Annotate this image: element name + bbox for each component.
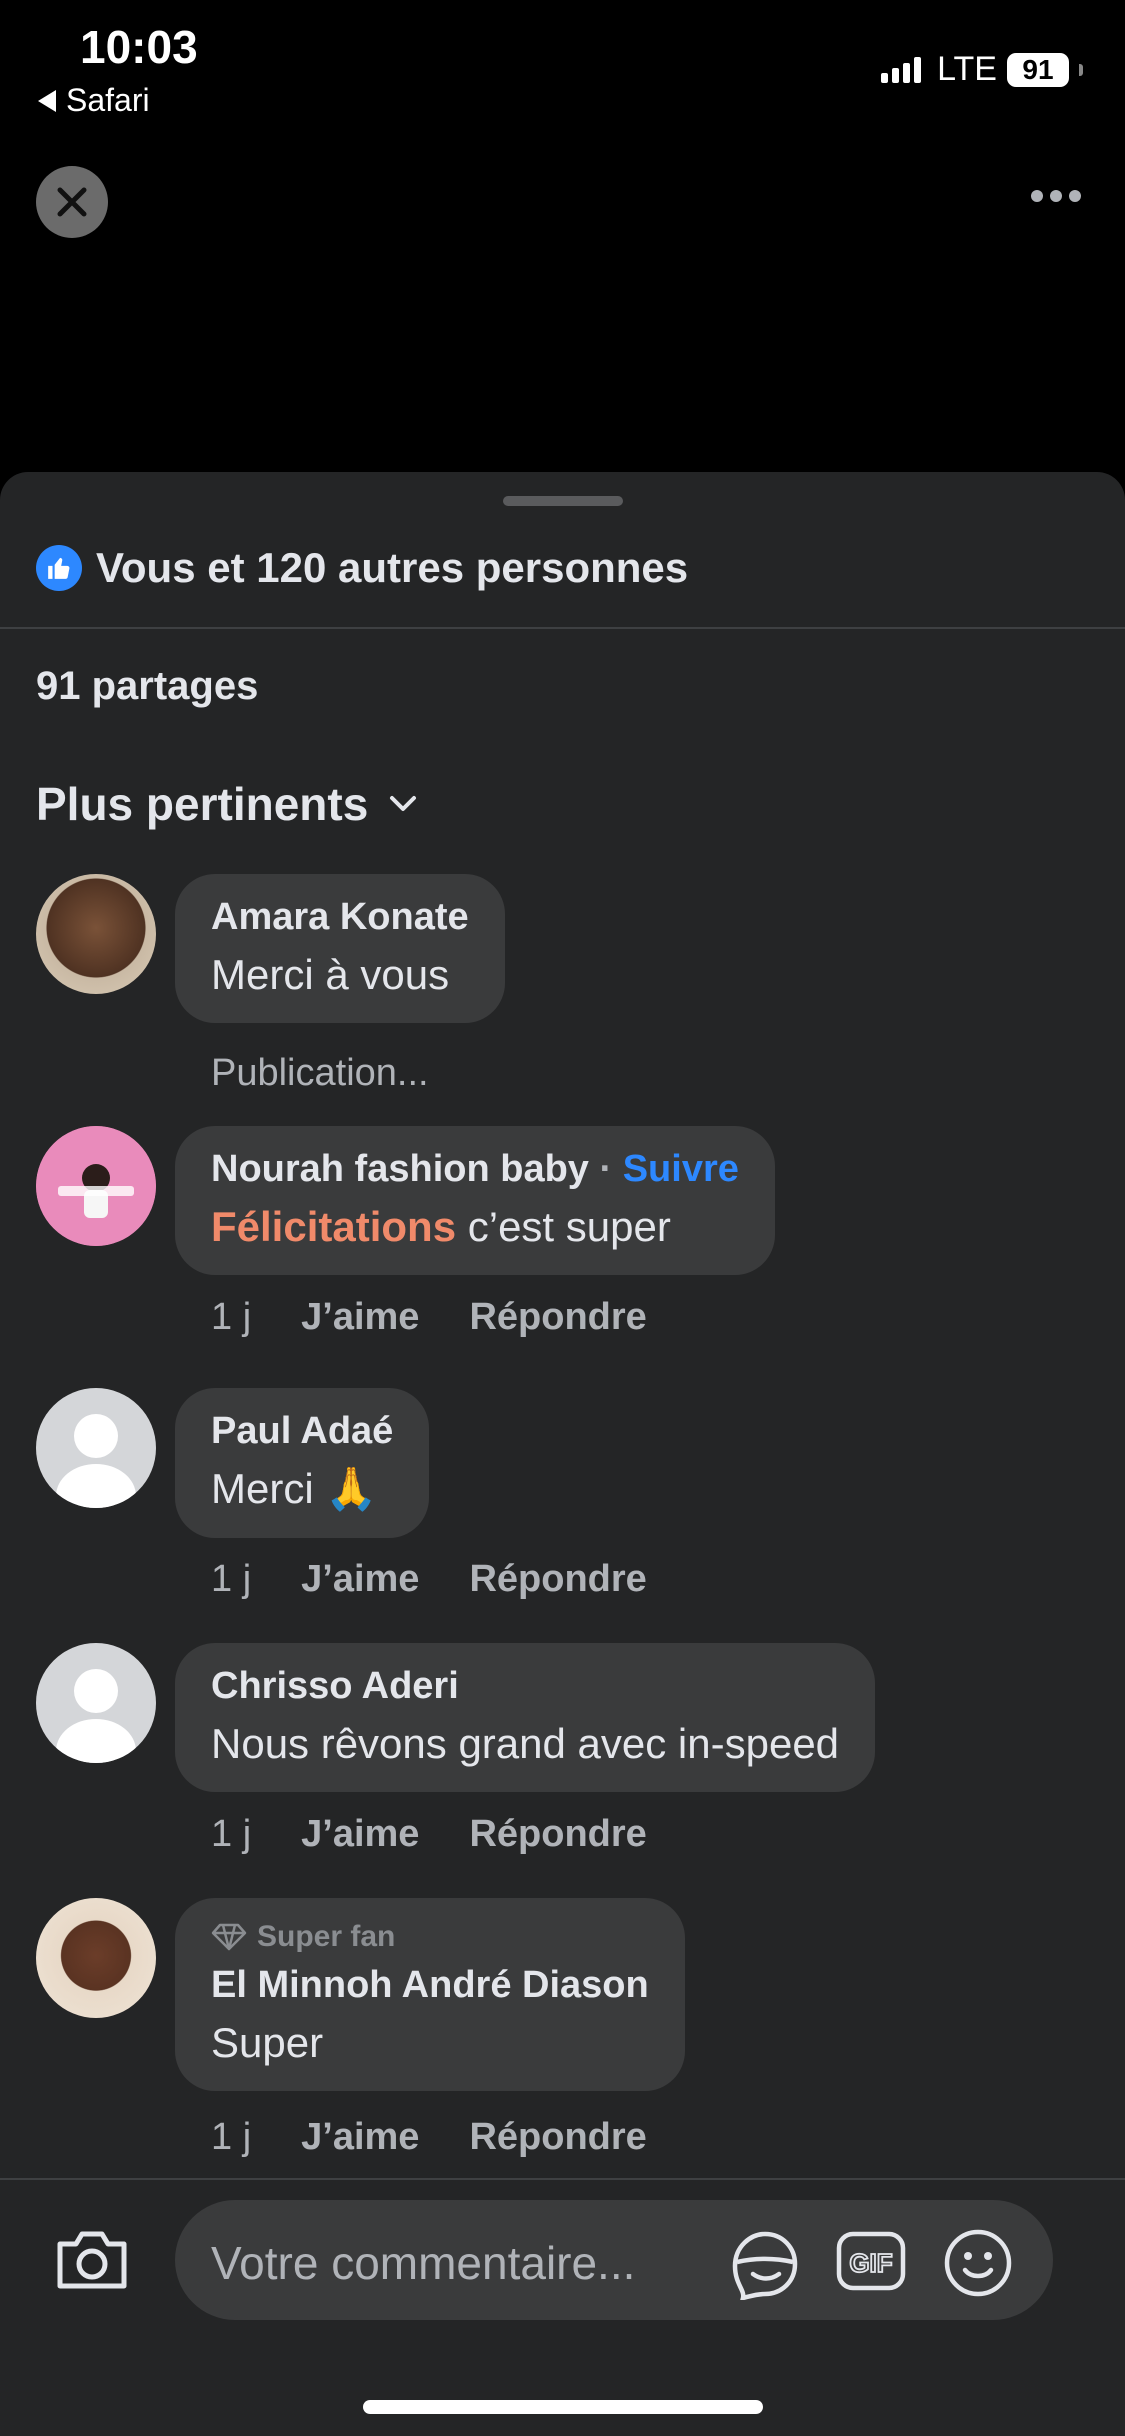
comment-text-rest: c’est super: [456, 1203, 671, 1250]
avatar[interactable]: [36, 1898, 156, 2018]
comment-bubble[interactable]: Super fan El Minnoh André Diason Super: [175, 1898, 685, 2091]
super-fan-badge[interactable]: Super fan: [211, 1920, 649, 1954]
reply-button[interactable]: Répondre: [469, 1558, 646, 1601]
comment-actions: 1 j J’aime Répondre: [211, 2116, 647, 2159]
camera-button[interactable]: [54, 2228, 130, 2297]
reply-button[interactable]: Répondre: [469, 1813, 646, 1856]
default-avatar-icon: [56, 1669, 136, 1763]
divider: [0, 627, 1125, 629]
comment-time: 1 j: [211, 1296, 252, 1338]
like-icon: [36, 545, 82, 591]
comment-author[interactable]: Chrisso Aderi: [211, 1665, 839, 1708]
shop-logo-icon: [36, 1126, 156, 1246]
status-bar: 10:03 Safari LTE 91: [0, 0, 1125, 120]
comment-actions: 1 j J’aime Répondre: [211, 1558, 647, 1601]
comment-bubble[interactable]: Paul Adaé Merci 🙏: [175, 1388, 430, 1538]
sort-label: Plus pertinents: [36, 778, 369, 830]
shares-count[interactable]: 91 partages: [36, 664, 258, 709]
comment-author[interactable]: El Minnoh André Diason: [211, 1964, 649, 2007]
avatar[interactable]: [36, 1388, 156, 1508]
more-icon: [1031, 190, 1043, 202]
default-avatar-icon: [56, 1414, 136, 1508]
like-button[interactable]: J’aime: [301, 2116, 419, 2159]
chevron-down-icon: [390, 796, 417, 811]
comment-author[interactable]: Nourah fashion baby: [211, 1148, 589, 1190]
reactions-summary[interactable]: Vous et 120 autres personnes: [36, 544, 688, 592]
back-app-label: Safari: [66, 82, 150, 118]
comment-text: Merci à vous: [211, 951, 450, 998]
like-button[interactable]: J’aime: [301, 1813, 419, 1856]
svg-text:GIF: GIF: [849, 2248, 892, 2278]
status-indicators: LTE 91: [881, 50, 1083, 89]
gif-icon: GIF: [836, 2231, 906, 2291]
comment-author[interactable]: Amara Konate: [211, 896, 469, 939]
battery-tip: [1079, 63, 1083, 76]
like-button[interactable]: J’aime: [301, 1296, 419, 1339]
comment-composer: Votre commentaire... GIF: [0, 2178, 1125, 2436]
back-arrow-icon: [38, 89, 56, 112]
avatar[interactable]: [36, 1126, 156, 1246]
comment-actions: 1 j J’aime Répondre: [211, 1296, 647, 1339]
separator: ·: [599, 1148, 613, 1190]
sheet-grabber[interactable]: [503, 496, 623, 506]
comment-text: Merci 🙏: [211, 1465, 378, 1512]
comment-time: 1 j: [211, 1558, 252, 1600]
sticker-button[interactable]: [725, 2228, 801, 2305]
comment-text: Félicitations c’est super: [211, 1203, 739, 1251]
highlighted-word[interactable]: Félicitations: [211, 1203, 456, 1250]
back-to-app-link[interactable]: Safari: [38, 82, 150, 119]
camera-icon: [57, 2231, 127, 2289]
close-button[interactable]: [36, 166, 108, 238]
super-fan-label: Super fan: [257, 1920, 396, 1953]
battery-level: 91: [1022, 53, 1054, 85]
reactions-text: Vous et 120 autres personnes: [96, 544, 689, 591]
signal-icon: [881, 56, 922, 83]
comment-bubble[interactable]: Nourah fashion baby · Suivre Félicitatio…: [175, 1126, 775, 1275]
network-label: LTE: [937, 50, 997, 88]
like-button[interactable]: J’aime: [301, 1558, 419, 1601]
avatar[interactable]: [36, 874, 156, 994]
comment-text: Nous rêvons grand avec in-speed: [211, 1720, 840, 1767]
status-time: 10:03: [80, 21, 198, 73]
close-icon: [57, 187, 87, 217]
battery-icon: 91: [1007, 52, 1069, 87]
emoji-icon: [944, 2229, 1012, 2297]
follow-button[interactable]: Suivre: [623, 1148, 739, 1190]
emoji-button[interactable]: [943, 2228, 1013, 2303]
comment-time: 1 j: [211, 1813, 252, 1855]
comment-author[interactable]: Paul Adaé: [211, 1410, 393, 1453]
comment-actions: 1 j J’aime Répondre: [211, 1813, 647, 1856]
comment-bubble[interactable]: Amara Konate Merci à vous: [175, 874, 505, 1023]
comments-sheet: Vous et 120 autres personnes 91 partages…: [0, 472, 1125, 2436]
sort-dropdown[interactable]: Plus pertinents: [36, 777, 418, 831]
avatar[interactable]: [36, 1643, 156, 1763]
reply-button[interactable]: Répondre: [469, 1296, 646, 1339]
comment-input[interactable]: Votre commentaire... GIF: [175, 2200, 1053, 2320]
comment-input-placeholder: Votre commentaire...: [211, 2237, 636, 2289]
comment-text: Super: [211, 2019, 324, 2066]
reply-button[interactable]: Répondre: [469, 2116, 646, 2159]
more-options-button[interactable]: [1031, 190, 1081, 202]
gif-button[interactable]: GIF: [835, 2228, 907, 2299]
diamond-icon: [211, 1923, 247, 1951]
comment-bubble[interactable]: Chrisso Aderi Nous rêvons grand avec in-…: [175, 1643, 876, 1792]
home-indicator[interactable]: [363, 2400, 763, 2414]
comment-time: 1 j: [211, 2116, 252, 2158]
sticker-icon: [732, 2231, 798, 2302]
comment-status: Publication...: [211, 1052, 429, 1094]
